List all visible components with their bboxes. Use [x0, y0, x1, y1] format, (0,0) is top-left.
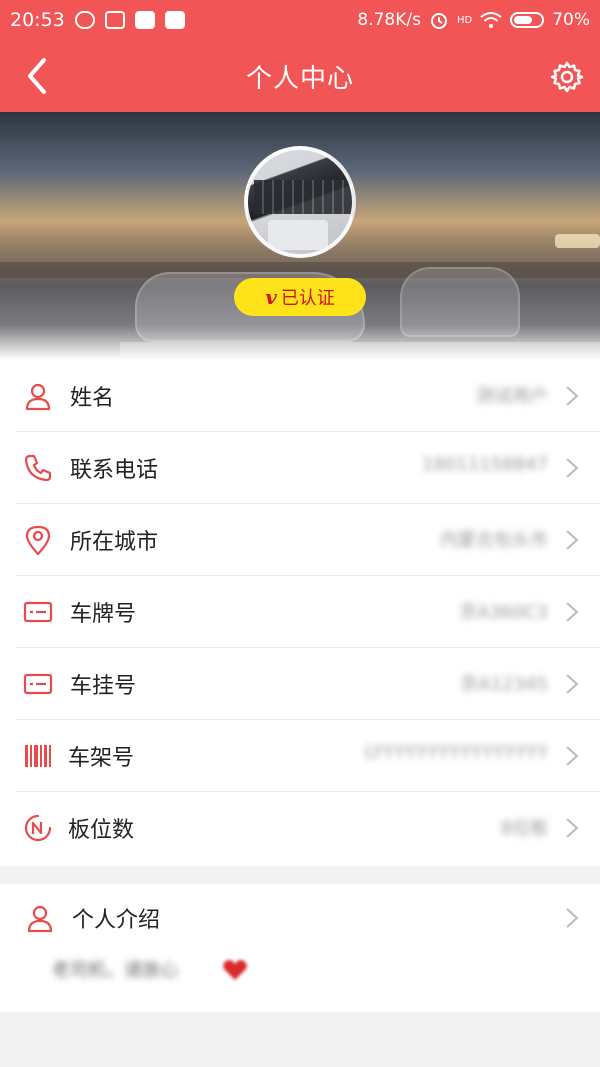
field-label: 所在城市 [70, 530, 159, 555]
phone-icon [24, 454, 52, 482]
chevron-right-icon [566, 602, 579, 622]
chevron-right-icon [566, 458, 579, 478]
list-item-trailer[interactable]: 车挂号 京A12345 [0, 648, 600, 720]
person-icon [27, 905, 53, 933]
verified-badge: v 已认证 [234, 278, 366, 316]
field-label: 姓名 [70, 386, 115, 411]
avatar[interactable] [244, 146, 356, 258]
alarm-icon [430, 13, 447, 29]
page-title: 个人中心 [245, 64, 354, 94]
intro-text: 老司机，请放心 [52, 960, 178, 981]
status-bar: 20:53 8.78K/s HD 70% [0, 0, 600, 40]
chevron-right-icon [566, 674, 579, 694]
notification-icon [104, 11, 125, 29]
chevron-right-icon [566, 818, 579, 838]
field-value: 8位板 [500, 818, 548, 839]
list-item-city[interactable]: 所在城市 内蒙古包头市 [0, 504, 600, 576]
list-item-phone[interactable]: 联系电话 18011158847 [0, 432, 600, 504]
list-item-board-count[interactable]: 板位数 8位板 [0, 792, 600, 864]
verified-label: 已认证 [280, 288, 335, 309]
battery-icon [510, 12, 545, 28]
field-value: 内蒙古包头市 [440, 530, 548, 551]
field-label: 车牌号 [70, 602, 137, 627]
field-label: 车挂号 [70, 674, 137, 699]
field-label: 联系电话 [70, 458, 159, 483]
list-item-intro[interactable]: 个人介绍 [0, 884, 600, 956]
cloud-icon [74, 11, 95, 29]
avatar-photo-trackpad [268, 220, 328, 250]
chevron-right-icon [566, 746, 579, 766]
chevron-right-icon [566, 908, 579, 928]
intro-label: 个人介绍 [72, 908, 161, 933]
app-notification-icon-2 [164, 11, 185, 29]
gear-icon [550, 61, 584, 93]
field-label: 车架号 [68, 746, 135, 771]
status-time: 20:53 [10, 9, 65, 31]
net-speed: 8.78K/s [357, 10, 421, 30]
barcode-icon [25, 745, 51, 767]
field-value: 测试用户 [476, 386, 548, 407]
banner-decor [120, 342, 600, 356]
profile-info-list: 姓名 测试用户 联系电话 18011158847 所在城市 内蒙古包头市 车牌号… [0, 360, 600, 866]
app-notification-icon [134, 11, 155, 29]
chevron-right-icon [566, 386, 579, 406]
intro-section: 个人介绍 老司机，请放心 [0, 884, 600, 1012]
wifi-icon [480, 12, 502, 28]
field-value: 京A12345 [460, 674, 548, 695]
verified-v-icon: v [265, 285, 277, 309]
heart-icon [223, 960, 247, 980]
avatar-photo-keyboard [254, 180, 352, 214]
trailer-card-icon [23, 673, 53, 695]
nav-bar: 个人中心 [0, 40, 600, 112]
battery-percent: 70% [552, 10, 590, 30]
field-label: 板位数 [68, 818, 135, 843]
settings-button[interactable] [550, 60, 584, 94]
field-value: 18011158847 [422, 454, 548, 475]
banner-decor [555, 234, 600, 248]
field-value: 京A360C3 [459, 602, 548, 623]
person-icon [25, 383, 51, 411]
plate-card-icon [23, 601, 53, 623]
list-item-name[interactable]: 姓名 测试用户 [0, 360, 600, 432]
hd-signal-icon: HD [456, 14, 473, 26]
field-value: LYYYYYYYYYYYYYYYY [364, 742, 548, 763]
location-pin-icon [25, 525, 51, 556]
board-count-icon [24, 814, 52, 842]
list-item-vin[interactable]: 车架号 LYYYYYYYYYYYYYYYY [0, 720, 600, 792]
list-item-plate[interactable]: 车牌号 京A360C3 [0, 576, 600, 648]
banner-car-image [400, 267, 520, 337]
chevron-right-icon [566, 530, 579, 550]
